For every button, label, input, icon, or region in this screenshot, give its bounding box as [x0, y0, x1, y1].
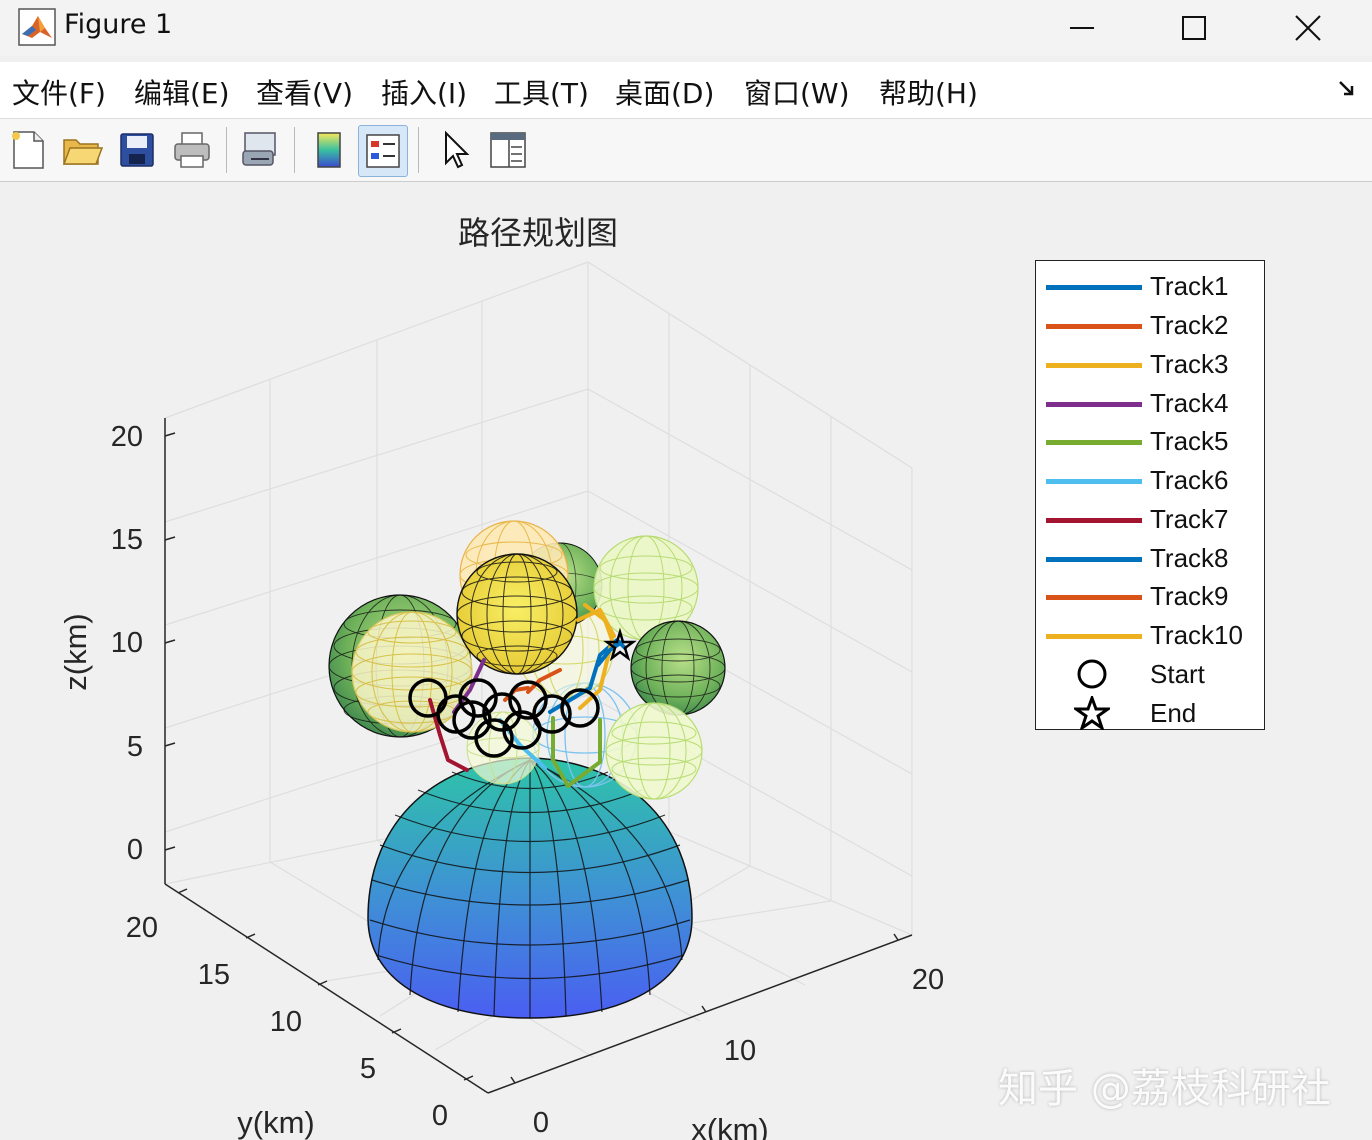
legend-entry-track4: Track4	[1036, 382, 1264, 421]
circle-marker-icon	[1077, 659, 1107, 689]
toolbar-separator	[294, 127, 295, 173]
new-figure-icon	[12, 131, 44, 169]
toolbar	[0, 118, 1372, 182]
legend-swatch	[1046, 324, 1142, 329]
legend-swatch	[1046, 402, 1142, 407]
y-tick-label: 0	[432, 1100, 448, 1132]
obstacle-sphere-top-yellow	[456, 553, 578, 675]
legend-label: Start	[1150, 659, 1205, 689]
colorbar-button[interactable]	[305, 125, 353, 175]
legend-button[interactable]	[358, 125, 408, 177]
menu-tools[interactable]: 工具(T)	[494, 72, 589, 112]
y-tick-label: 5	[360, 1053, 376, 1085]
legend-swatch	[1046, 363, 1142, 368]
legend-entry-track7: Track7	[1036, 498, 1264, 537]
obstacle-sphere-right-low	[605, 702, 703, 800]
z-tick-label: 0	[127, 834, 143, 866]
z-tick-label: 15	[111, 524, 143, 556]
property-editor-button[interactable]	[484, 125, 532, 175]
legend-swatch	[1046, 595, 1142, 600]
new-figure-button[interactable]	[4, 125, 52, 175]
legend-icon	[366, 134, 400, 168]
open-file-button[interactable]	[58, 125, 106, 175]
toolbar-separator	[226, 127, 227, 173]
menu-help[interactable]: 帮助(H)	[879, 72, 978, 112]
menu-desktop[interactable]: 桌面(D)	[615, 72, 714, 112]
property-editor-icon	[490, 132, 526, 168]
z-tick-label: 10	[111, 627, 143, 659]
y-axis-label: y(km)	[237, 1105, 314, 1140]
window-titlebar: Figure 1	[0, 0, 1372, 56]
menu-edit[interactable]: 编辑(E)	[134, 72, 230, 112]
matlab-logo-icon	[18, 8, 56, 46]
pointer-icon	[445, 130, 470, 169]
minimize-button[interactable]	[1026, 0, 1138, 56]
chart-title: 路径规划图	[458, 214, 618, 252]
legend-swatch	[1046, 557, 1142, 562]
link-plot-button[interactable]	[236, 125, 284, 175]
legend-label: Track8	[1150, 543, 1229, 573]
close-icon	[1295, 15, 1321, 41]
legend-swatch	[1046, 285, 1142, 290]
legend-entry-track6: Track6	[1036, 459, 1264, 498]
legend-entry-track2: Track2	[1036, 304, 1264, 343]
save-button[interactable]	[113, 125, 161, 175]
legend-label: Track5	[1150, 426, 1229, 456]
y-tick-label: 20	[126, 912, 158, 944]
legend-label: Track10	[1150, 620, 1243, 650]
dock-arrow-icon[interactable]	[1336, 76, 1360, 100]
legend-swatch	[1046, 518, 1142, 523]
x-tick-label: 0	[533, 1107, 549, 1139]
print-button[interactable]	[168, 125, 216, 175]
close-button[interactable]	[1252, 0, 1364, 56]
maximize-button[interactable]	[1138, 0, 1250, 56]
legend[interactable]: Track1 Track2 Track3 Track4 Track5 Track…	[1035, 260, 1265, 730]
save-icon	[120, 133, 154, 167]
legend-label: Track1	[1150, 271, 1229, 301]
legend-entry-track1: Track1	[1036, 265, 1264, 304]
watermark: 知乎 @荔枝科研社	[998, 1066, 1331, 1112]
menu-file[interactable]: 文件(F)	[12, 72, 106, 112]
x-axis-label: x(km)	[691, 1112, 768, 1140]
menu-window[interactable]: 窗口(W)	[744, 72, 850, 112]
legend-label: Track4	[1150, 388, 1229, 418]
legend-entry-track9: Track9	[1036, 575, 1264, 614]
legend-entry-track10: Track10	[1036, 614, 1264, 653]
legend-entry-track3: Track3	[1036, 343, 1264, 382]
star-marker-icon	[1074, 696, 1110, 730]
x-tick-label: 20	[912, 964, 944, 996]
open-file-icon	[62, 139, 103, 165]
legend-label: Track6	[1150, 465, 1229, 495]
menu-view[interactable]: 查看(V)	[256, 72, 353, 112]
legend-label: Track7	[1150, 504, 1229, 534]
y-tick-label: 15	[198, 959, 230, 991]
legend-label: Track9	[1150, 581, 1229, 611]
print-icon	[174, 132, 210, 168]
link-icon	[242, 132, 276, 166]
x-tick-label: 10	[724, 1035, 756, 1067]
y-tick-label: 10	[270, 1006, 302, 1038]
toolbar-separator	[418, 127, 419, 173]
z-axis-label: z(km)	[58, 613, 93, 690]
legend-entry-start: Start	[1036, 653, 1264, 692]
edit-plot-button[interactable]	[430, 125, 478, 175]
z-tick-label: 5	[127, 731, 143, 763]
z-tick-label: 20	[111, 421, 143, 453]
minimize-icon	[1070, 27, 1094, 29]
menu-insert[interactable]: 插入(I)	[381, 72, 467, 112]
legend-entry-end: End	[1036, 692, 1264, 731]
legend-swatch	[1046, 440, 1142, 445]
legend-label: Track3	[1150, 349, 1229, 379]
legend-swatch	[1046, 479, 1142, 484]
legend-swatch	[1046, 634, 1142, 639]
obstacle-sphere-right-dark	[630, 620, 726, 716]
window-title: Figure 1	[64, 9, 173, 40]
colorbar-icon	[317, 132, 341, 168]
legend-label: Track2	[1150, 310, 1229, 340]
maximize-icon	[1182, 16, 1206, 40]
legend-entry-track5: Track5	[1036, 420, 1264, 459]
menu-bar: 文件(F) 编辑(E) 查看(V) 插入(I) 工具(T) 桌面(D) 窗口(W…	[0, 62, 1372, 118]
legend-entry-track8: Track8	[1036, 537, 1264, 576]
legend-label: End	[1150, 698, 1197, 728]
